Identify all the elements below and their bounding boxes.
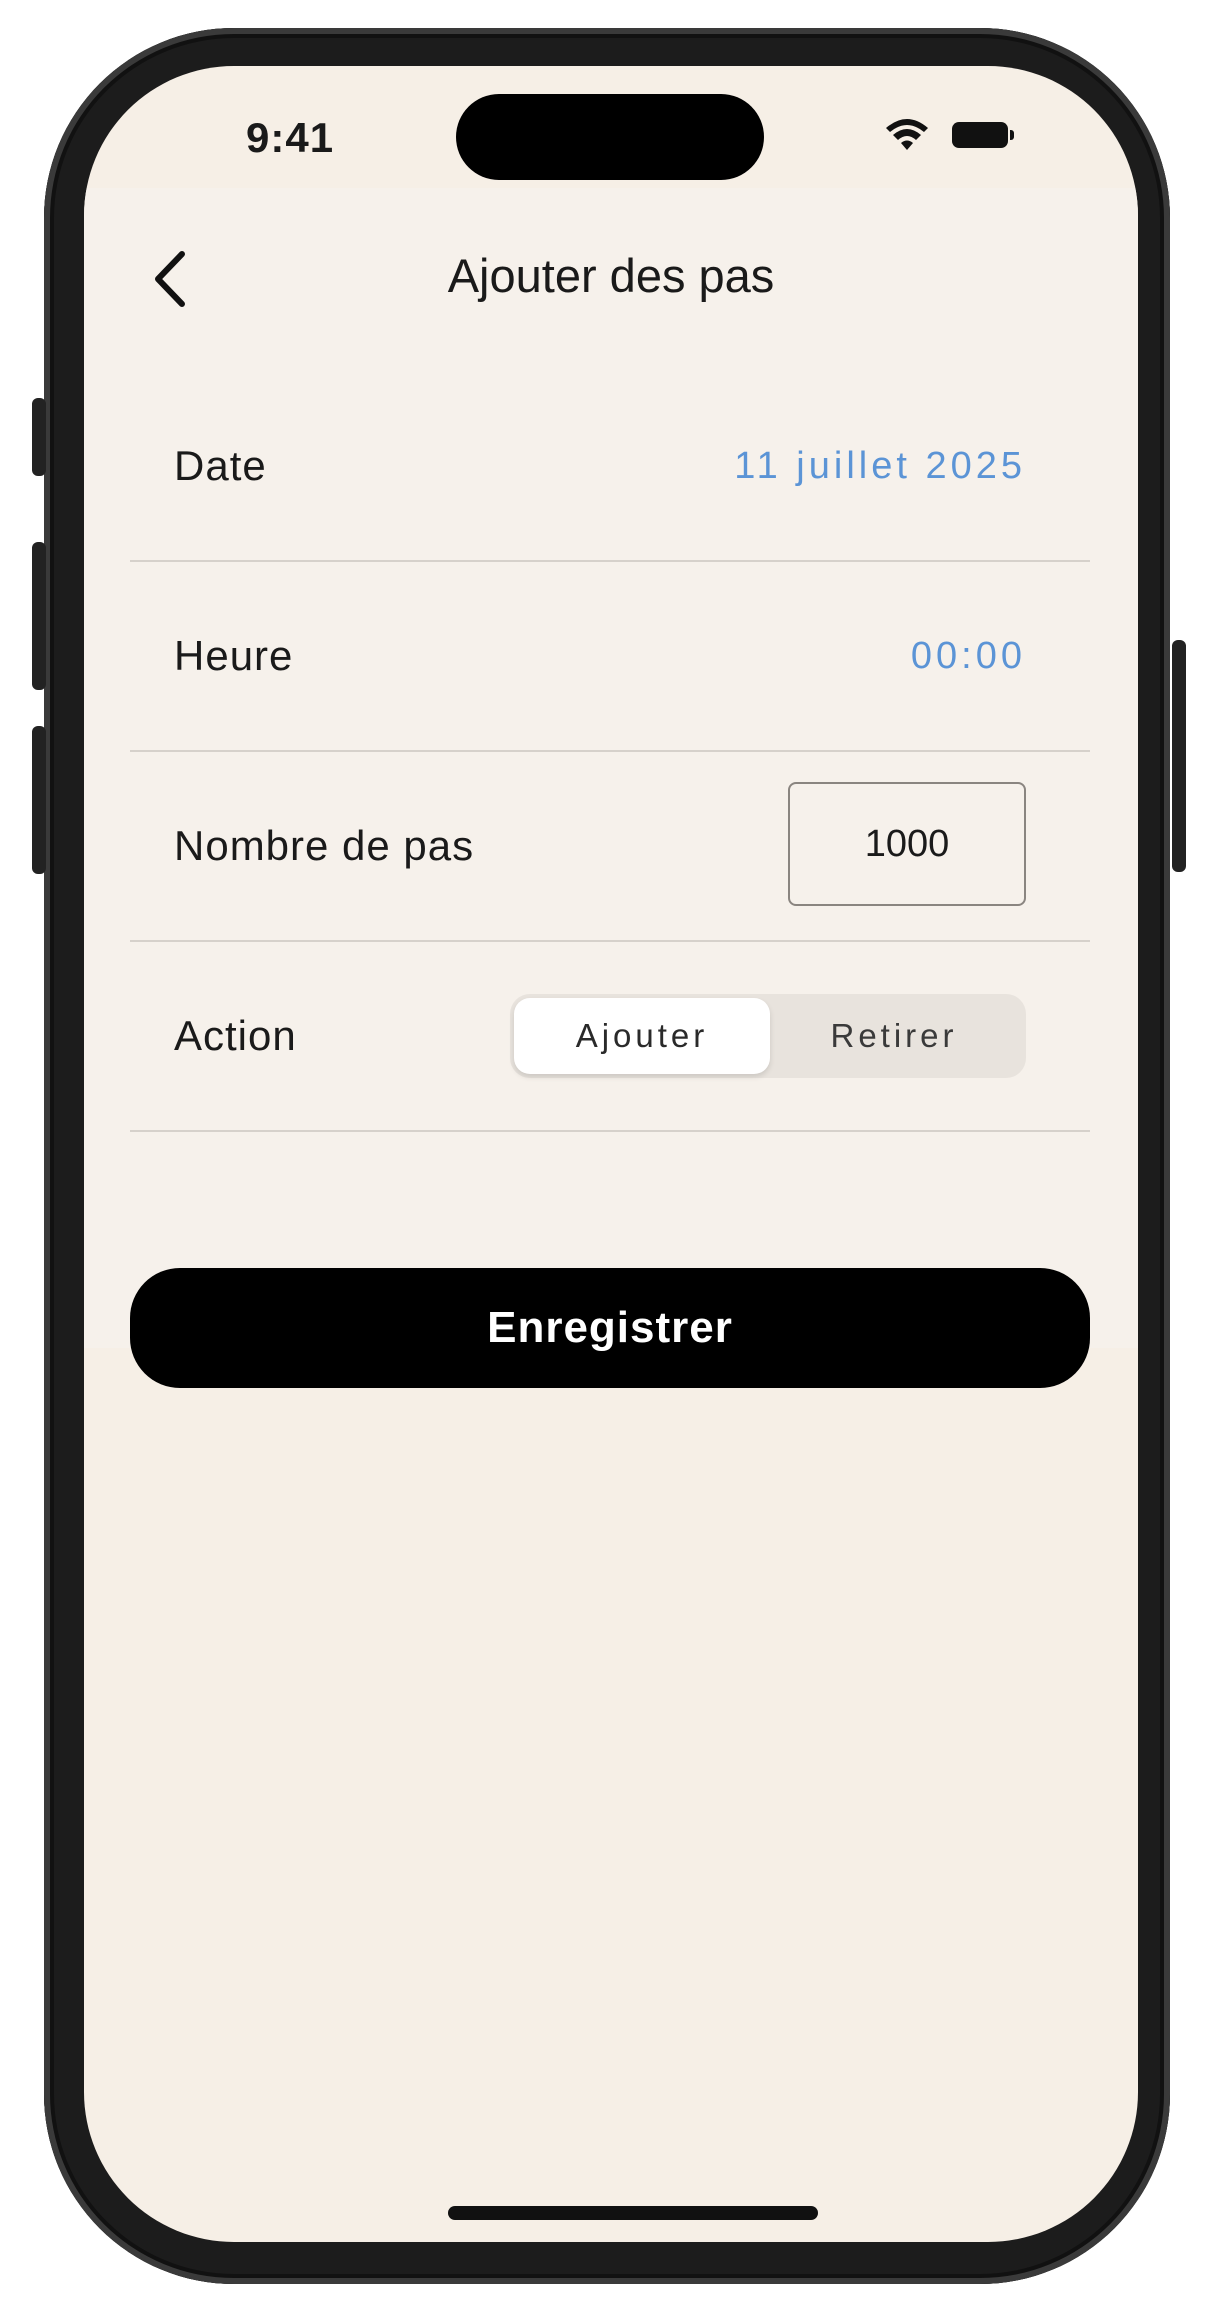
action-label: Action bbox=[174, 1012, 297, 1059]
home-indicator bbox=[448, 2206, 818, 2220]
screen: 9:41 Ajouter des pas Date 11 juillet 202… bbox=[84, 66, 1138, 2242]
date-row: Date 11 juillet 2025 bbox=[130, 372, 1090, 562]
time-value[interactable]: 00:00 bbox=[911, 562, 1026, 750]
status-time: 9:41 bbox=[246, 114, 335, 161]
steps-row: Nombre de pas bbox=[130, 752, 1090, 942]
wifi-icon bbox=[886, 119, 928, 150]
add-steps-form: Ajouter des pas Date 11 juillet 2025 Heu… bbox=[84, 188, 1138, 1388]
battery-icon bbox=[952, 122, 1014, 148]
volume-down-button bbox=[32, 726, 46, 874]
action-row: Action Ajouter Retirer bbox=[130, 942, 1090, 1132]
date-value[interactable]: 11 juillet 2025 bbox=[734, 372, 1026, 560]
steps-label: Nombre de pas bbox=[174, 822, 475, 869]
volume-up-button bbox=[32, 542, 46, 690]
steps-input[interactable] bbox=[788, 782, 1026, 906]
date-label: Date bbox=[174, 442, 267, 489]
action-segmented-control: Ajouter Retirer bbox=[510, 994, 1026, 1078]
dynamic-island bbox=[456, 94, 764, 180]
time-label: Heure bbox=[174, 632, 294, 679]
segment-remove[interactable]: Retirer bbox=[766, 998, 1022, 1074]
time-row: Heure 00:00 bbox=[130, 562, 1090, 752]
page-title: Ajouter des pas bbox=[447, 249, 775, 302]
save-button[interactable]: Enregistrer bbox=[130, 1268, 1090, 1388]
power-button bbox=[1172, 640, 1186, 872]
silent-switch bbox=[32, 398, 46, 476]
segment-add[interactable]: Ajouter bbox=[514, 998, 770, 1074]
